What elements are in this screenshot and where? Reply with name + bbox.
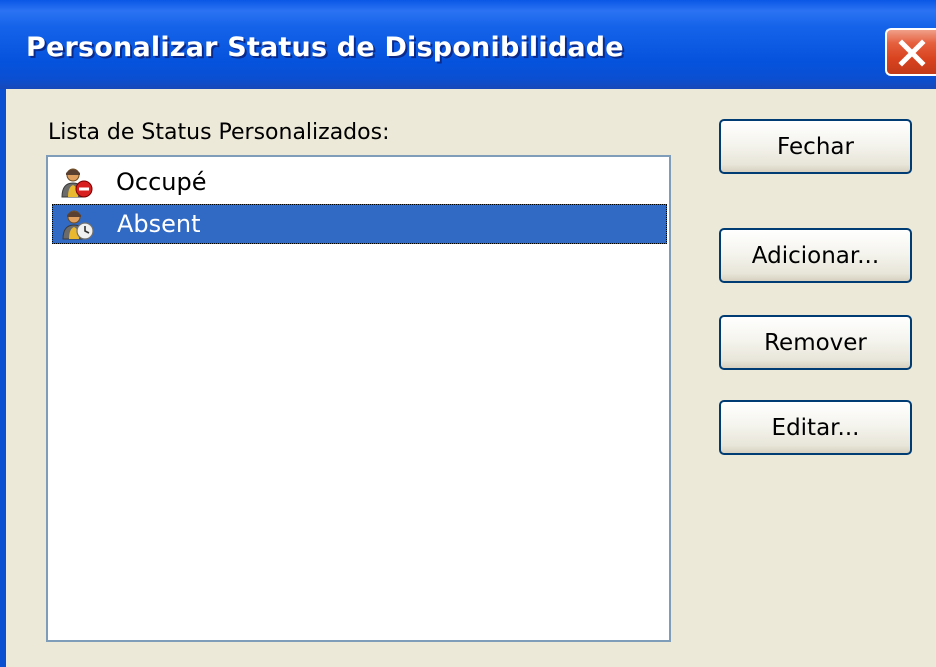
dialog-window: Personalizar Status de Disponibilidade L… <box>0 0 936 667</box>
remove-button[interactable]: Remover <box>719 315 912 370</box>
window-title: Personalizar Status de Disponibilidade <box>26 32 624 63</box>
user-busy-icon <box>61 168 93 198</box>
user-away-icon <box>62 210 94 240</box>
close-button[interactable]: Fechar <box>719 119 912 174</box>
list-item-occupe[interactable]: Occupé <box>52 163 667 203</box>
status-list-label: Lista de Status Personalizados: <box>48 120 390 145</box>
add-button[interactable]: Adicionar... <box>719 228 912 283</box>
close-window-button[interactable] <box>885 28 936 76</box>
list-item-label: Absent <box>117 210 201 238</box>
title-bar[interactable]: Personalizar Status de Disponibilidade <box>0 0 936 89</box>
list-item-label: Occupé <box>116 168 207 196</box>
window-frame-left <box>0 89 6 667</box>
edit-button[interactable]: Editar... <box>719 400 912 455</box>
list-item-absent[interactable]: Absent <box>52 204 667 244</box>
close-icon <box>898 39 926 67</box>
custom-status-list[interactable]: Occupé Absent <box>46 155 671 642</box>
